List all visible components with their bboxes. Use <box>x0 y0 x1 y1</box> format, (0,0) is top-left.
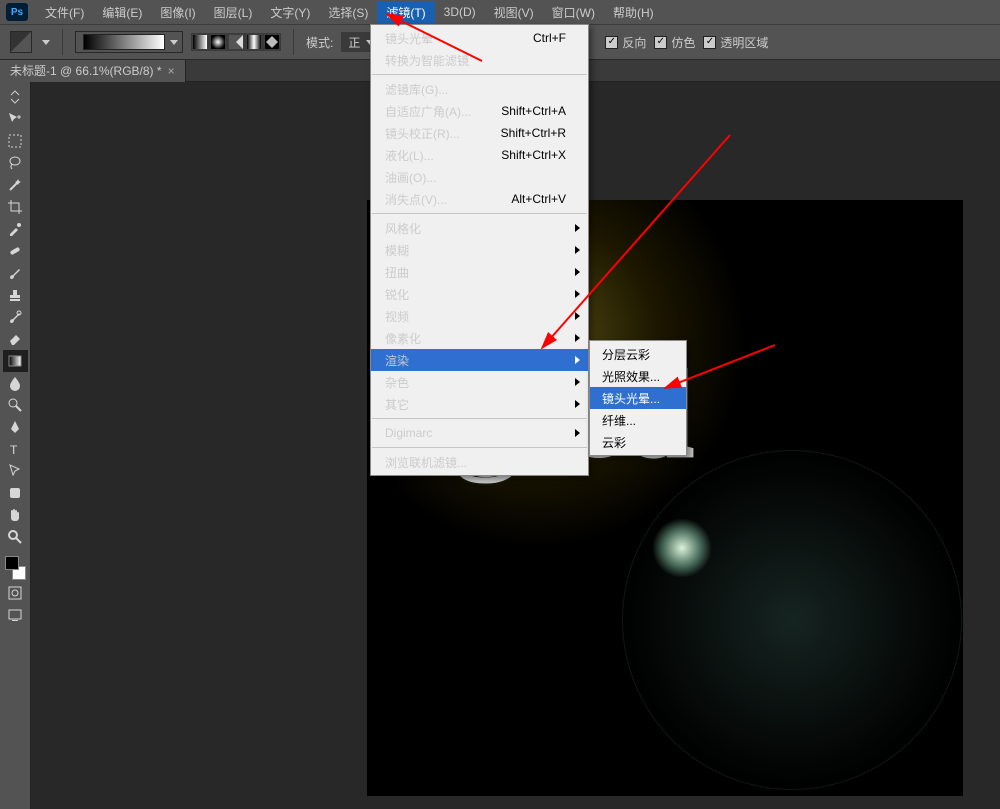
menu-item-sharpen[interactable]: 锐化 <box>371 283 588 305</box>
menu-item-noise[interactable]: 杂色 <box>371 371 588 393</box>
menu-separator <box>372 447 587 448</box>
menu-layer[interactable]: 图层(L) <box>205 1 262 24</box>
menu-image[interactable]: 图像(I) <box>151 1 204 24</box>
submenu-item-lighting[interactable]: 光照效果... <box>590 365 686 387</box>
submenu-arrow-icon <box>575 268 580 276</box>
close-icon[interactable]: × <box>168 64 175 78</box>
menu-item-filter-gallery[interactable]: 滤镜库(G)... <box>371 78 588 100</box>
menu-select[interactable]: 选择(S) <box>319 1 377 24</box>
dither-checkbox[interactable]: ✓仿色 <box>654 34 695 51</box>
marquee-tool[interactable] <box>3 130 28 152</box>
menu-item-vanishing-point[interactable]: 消失点(V)...Alt+Ctrl+V <box>371 188 588 210</box>
menu-separator <box>372 213 587 214</box>
move-tool[interactable] <box>3 108 28 130</box>
menu-type[interactable]: 文字(Y) <box>261 1 319 24</box>
menu-filter[interactable]: 滤镜(T) <box>377 1 434 24</box>
menu-item-last-filter[interactable]: 镜头光晕Ctrl+F <box>371 27 588 49</box>
menu-separator <box>372 418 587 419</box>
submenu-arrow-icon <box>575 290 580 298</box>
document-tab[interactable]: 未标题-1 @ 66.1%(RGB/8) * × <box>0 60 186 82</box>
mode-label: 模式: <box>306 34 333 51</box>
gradient-radial-button[interactable] <box>209 33 227 51</box>
menu-item-oil-paint[interactable]: 油画(O)... <box>371 166 588 188</box>
menu-view[interactable]: 视图(V) <box>485 1 543 24</box>
stamp-tool[interactable] <box>3 284 28 306</box>
submenu-item-lens-flare[interactable]: 镜头光晕... <box>590 387 686 409</box>
toolbox: T <box>0 82 31 809</box>
menu-item-lens-correction[interactable]: 镜头校正(R)...Shift+Ctrl+R <box>371 122 588 144</box>
menu-item-browse-online[interactable]: 浏览联机滤镜... <box>371 451 588 473</box>
submenu-arrow-icon <box>575 334 580 342</box>
tool-preset-picker[interactable] <box>10 31 32 53</box>
submenu-arrow-icon <box>575 378 580 386</box>
dodge-tool[interactable] <box>3 394 28 416</box>
eyedropper-tool[interactable] <box>3 218 28 240</box>
submenu-arrow-icon <box>575 429 580 437</box>
brush-tool[interactable] <box>3 262 28 284</box>
crop-tool[interactable] <box>3 196 28 218</box>
menu-separator <box>372 74 587 75</box>
hand-tool[interactable] <box>3 504 28 526</box>
app-logo: Ps <box>6 3 28 21</box>
submenu-arrow-icon <box>575 356 580 364</box>
menu-item-distort[interactable]: 扭曲 <box>371 261 588 283</box>
menu-item-blur[interactable]: 模糊 <box>371 239 588 261</box>
submenu-arrow-icon <box>575 400 580 408</box>
lasso-tool[interactable] <box>3 152 28 174</box>
menu-file[interactable]: 文件(F) <box>36 1 93 24</box>
gradient-reflected-button[interactable] <box>245 33 263 51</box>
path-select-tool[interactable] <box>3 460 28 482</box>
foreground-background-colors[interactable] <box>3 554 28 582</box>
menu-window[interactable]: 窗口(W) <box>543 1 604 24</box>
menu-item-adaptive-wide[interactable]: 自适应广角(A)...Shift+Ctrl+A <box>371 100 588 122</box>
lens-flare-ring <box>622 450 962 790</box>
submenu-item-clouds-diff[interactable]: 分层云彩 <box>590 343 686 365</box>
pen-tool[interactable] <box>3 416 28 438</box>
menu-3d[interactable]: 3D(D) <box>435 2 485 22</box>
gradient-linear-button[interactable] <box>191 33 209 51</box>
menu-item-video[interactable]: 视频 <box>371 305 588 327</box>
shape-tool[interactable] <box>3 482 28 504</box>
document-title: 未标题-1 @ 66.1%(RGB/8) * <box>10 62 162 79</box>
menu-item-liquify[interactable]: 液化(L)...Shift+Ctrl+X <box>371 144 588 166</box>
submenu-item-clouds[interactable]: 云彩 <box>590 431 686 453</box>
filter-menu-dropdown: 镜头光晕Ctrl+F 转换为智能滤镜 滤镜库(G)... 自适应广角(A)...… <box>370 24 589 476</box>
submenu-arrow-icon <box>575 246 580 254</box>
menu-item-render[interactable]: 渲染 <box>371 349 588 371</box>
gradient-diamond-button[interactable] <box>263 33 281 51</box>
main-menubar: Ps 文件(F) 编辑(E) 图像(I) 图层(L) 文字(Y) 选择(S) 滤… <box>0 0 1000 24</box>
heal-tool[interactable] <box>3 240 28 262</box>
menu-item-convert-smart[interactable]: 转换为智能滤镜 <box>371 49 588 71</box>
blur-tool[interactable] <box>3 372 28 394</box>
menu-help[interactable]: 帮助(H) <box>604 1 663 24</box>
submenu-item-fibers[interactable]: 纤维... <box>590 409 686 431</box>
menu-edit[interactable]: 编辑(E) <box>93 1 151 24</box>
history-brush-tool[interactable] <box>3 306 28 328</box>
gradient-preview[interactable] <box>83 34 165 50</box>
type-tool[interactable]: T <box>3 438 28 460</box>
menu-item-pixelate[interactable]: 像素化 <box>371 327 588 349</box>
collapse-icon[interactable] <box>3 86 28 108</box>
menu-item-stylize[interactable]: 风格化 <box>371 217 588 239</box>
svg-text:T: T <box>10 443 18 457</box>
submenu-arrow-icon <box>575 224 580 232</box>
transparency-checkbox[interactable]: ✓透明区域 <box>703 34 768 51</box>
screenmode-button[interactable] <box>3 604 28 626</box>
reverse-checkbox[interactable]: ✓反向 <box>605 34 646 51</box>
gradient-tool[interactable] <box>3 350 28 372</box>
submenu-arrow-icon <box>575 312 580 320</box>
eraser-tool[interactable] <box>3 328 28 350</box>
zoom-tool[interactable] <box>3 526 28 548</box>
dropdown-icon[interactable] <box>170 40 178 45</box>
quickmask-button[interactable] <box>3 582 28 604</box>
gradient-angle-button[interactable] <box>227 33 245 51</box>
dropdown-icon[interactable] <box>42 40 50 45</box>
menu-item-digimarc[interactable]: Digimarc <box>371 422 588 444</box>
render-submenu: 分层云彩 光照效果... 镜头光晕... 纤维... 云彩 <box>589 340 687 456</box>
lens-flare-hotspot <box>652 518 712 578</box>
wand-tool[interactable] <box>3 174 28 196</box>
menu-item-other[interactable]: 其它 <box>371 393 588 415</box>
